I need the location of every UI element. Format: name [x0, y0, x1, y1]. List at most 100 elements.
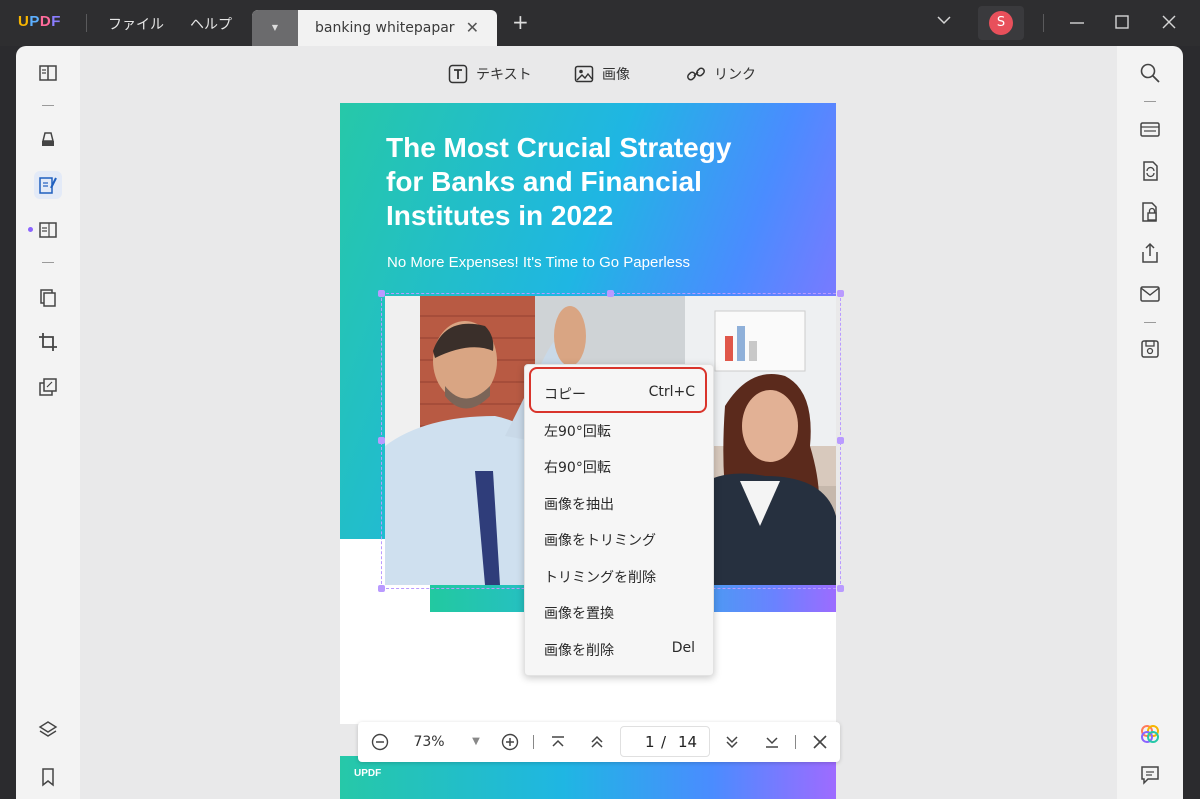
app-logo: UPDF — [18, 13, 61, 30]
menu-item-label: 画像を削除 — [544, 643, 614, 659]
share-button[interactable] — [1139, 242, 1163, 266]
chevron-down-icon[interactable] — [936, 12, 952, 32]
lock-file-icon — [1142, 202, 1157, 222]
next-pdf-page: UPDF — [340, 756, 836, 799]
previous-page-button[interactable] — [585, 722, 609, 762]
bookmark-button[interactable] — [34, 763, 62, 791]
zoom-out-button[interactable] — [368, 722, 392, 762]
layers-icon — [38, 721, 58, 737]
zoom-in-button[interactable] — [498, 722, 522, 762]
account-button[interactable]: S — [978, 6, 1024, 40]
resize-handle-top-left[interactable] — [378, 290, 385, 297]
menu-file[interactable]: ファイル — [108, 14, 164, 34]
highlighter-icon — [42, 132, 54, 146]
double-chevron-down-icon — [726, 736, 738, 749]
resize-handle-left[interactable] — [378, 437, 385, 444]
first-page-button[interactable] — [546, 722, 570, 762]
copy-highlight-outline — [529, 367, 707, 413]
next-page-button[interactable] — [720, 722, 744, 762]
add-text-label: テキスト — [476, 67, 532, 83]
add-image-label: 画像 — [602, 67, 630, 83]
comments-panel-button[interactable] — [1139, 764, 1163, 788]
close-window-icon[interactable] — [1160, 13, 1178, 35]
menu-help[interactable]: ヘルプ — [190, 14, 232, 34]
edit-pdf-button[interactable] — [34, 171, 62, 199]
resize-handle-right[interactable] — [837, 437, 844, 444]
page-number-box[interactable]: 1 / 14 — [620, 726, 710, 757]
tab-close-icon[interactable]: ✕ — [466, 18, 479, 37]
resize-handle-top-right[interactable] — [837, 290, 844, 297]
save-button[interactable] — [1139, 338, 1163, 362]
title-bar: UPDF ファイル ヘルプ ▼ banking whitepapar ✕ + S — [0, 0, 1200, 46]
convert-button[interactable] — [1139, 160, 1163, 184]
new-tab-icon[interactable]: + — [512, 12, 529, 32]
comment-icon — [1141, 766, 1159, 785]
form-icon — [39, 222, 57, 238]
menu-item-rotate-right[interactable]: 右90°回転 — [525, 448, 715, 484]
minimize-icon[interactable] — [1068, 14, 1086, 36]
organize-pages-button[interactable] — [34, 284, 62, 312]
close-icon — [813, 735, 827, 749]
ocr-icon — [1140, 122, 1160, 137]
resize-handle-top[interactable] — [607, 290, 614, 297]
watermark-button[interactable] — [34, 373, 62, 401]
menu-item-replace-image[interactable]: 画像を置換 — [525, 594, 715, 630]
crop-pages-button[interactable] — [34, 328, 62, 356]
right-sidebar — [1117, 46, 1183, 799]
sidebar-divider — [42, 262, 54, 263]
menu-item-crop-image[interactable]: 画像をトリミング — [525, 521, 715, 557]
page-tools-icon — [39, 378, 57, 396]
menu-item-extract-image[interactable]: 画像を抽出 — [525, 485, 715, 521]
menu-item-label: トリミングを削除 — [544, 570, 656, 586]
menu-item-remove-crop[interactable]: トリミングを削除 — [525, 558, 715, 594]
comment-mode-button[interactable] — [34, 126, 62, 154]
total-pages: 14 — [678, 733, 698, 751]
resize-handle-bottom-right[interactable] — [837, 585, 844, 592]
maximize-icon[interactable] — [1114, 14, 1130, 34]
bookmark-icon — [42, 768, 54, 787]
reader-mode-button[interactable] — [34, 59, 62, 87]
search-icon — [1140, 63, 1160, 83]
zoom-navigation-bar: 73% ▼ 1 / 14 — [358, 722, 840, 762]
sidebar-divider — [1144, 322, 1156, 323]
page2-logo: UPDF — [354, 768, 382, 779]
search-button[interactable] — [1139, 62, 1163, 86]
zoom-out-icon — [371, 733, 389, 751]
menu-item-label: 画像をトリミング — [544, 533, 656, 549]
layers-button[interactable] — [34, 716, 62, 744]
email-button[interactable] — [1139, 283, 1163, 307]
left-sidebar — [16, 46, 80, 799]
form-mode-button[interactable] — [34, 216, 62, 244]
current-page-input[interactable]: 1 — [645, 733, 655, 751]
page-separator: / — [661, 733, 667, 751]
add-image-tool[interactable]: 画像 — [574, 64, 630, 84]
menu-item-label: 右90°回転 — [544, 460, 611, 476]
tab-dropdown-icon[interactable]: ▼ — [252, 10, 298, 46]
pages-icon — [40, 289, 56, 307]
document-tab[interactable]: ▼ banking whitepapar ✕ — [252, 10, 497, 46]
menu-item-rotate-left[interactable]: 左90°回転 — [525, 412, 715, 448]
window-divider — [1043, 14, 1044, 32]
mail-icon — [1140, 286, 1160, 302]
zoom-level[interactable]: 73% — [404, 722, 454, 762]
zoom-dropdown-icon[interactable]: ▼ — [466, 722, 486, 762]
add-link-tool[interactable]: リンク — [686, 64, 756, 84]
page-subtitle[interactable]: No More Expenses! It's Time to Go Paperl… — [387, 254, 690, 271]
avatar: S — [989, 11, 1013, 35]
save-icon — [1141, 340, 1159, 358]
page-title[interactable]: The Most Crucial Strategy for Banks and … — [386, 131, 766, 233]
add-text-tool[interactable]: テキスト — [448, 64, 532, 84]
ocr-button[interactable] — [1139, 118, 1163, 142]
ai-assistant-button[interactable] — [1139, 723, 1163, 747]
zoom-in-icon — [501, 733, 519, 751]
last-page-button[interactable] — [760, 722, 784, 762]
crop-icon — [39, 333, 57, 351]
text-icon — [448, 64, 468, 84]
sidebar-divider — [1144, 101, 1156, 102]
menu-item-label: 画像を置換 — [544, 606, 614, 622]
menu-item-label: 画像を抽出 — [544, 497, 614, 513]
close-zoombar-button[interactable] — [808, 722, 832, 762]
protect-button[interactable] — [1139, 201, 1163, 225]
menu-item-delete-image[interactable]: 画像を削除 Del — [525, 631, 715, 667]
resize-handle-bottom-left[interactable] — [378, 585, 385, 592]
